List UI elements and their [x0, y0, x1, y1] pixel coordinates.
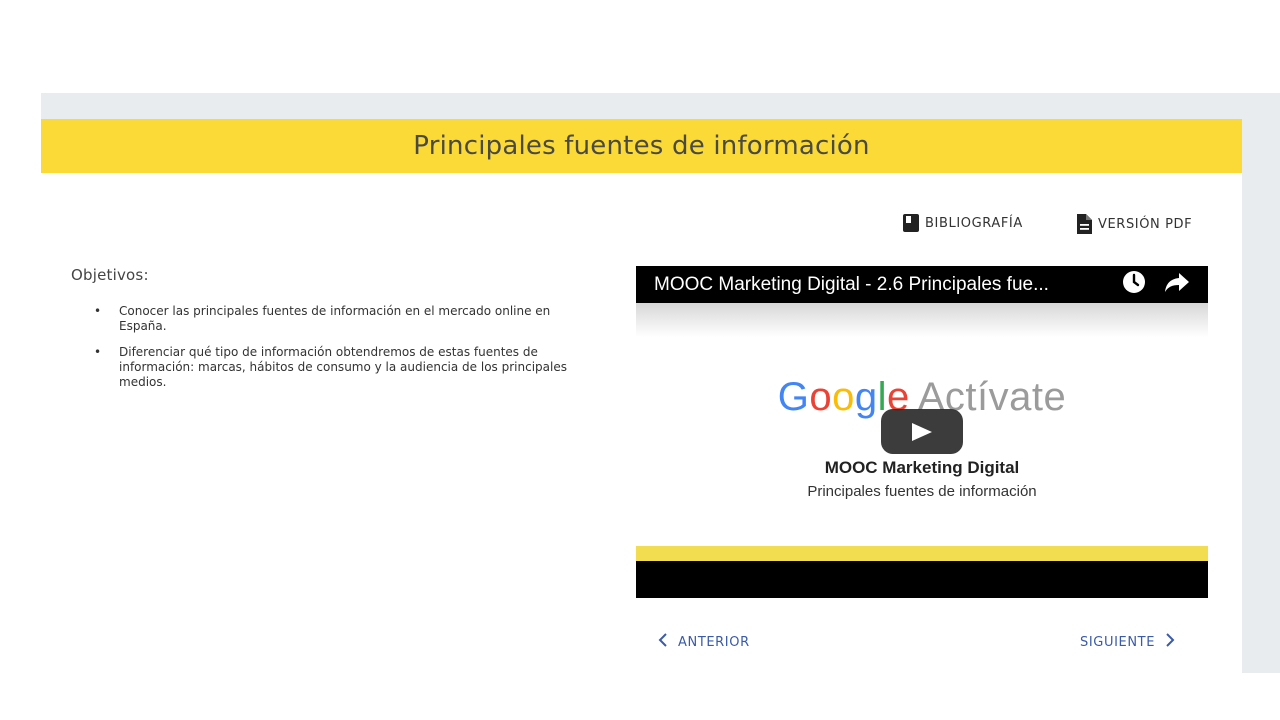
- video-thumbnail: Google Actívate MOOC Marketing Digital Pr…: [636, 303, 1208, 546]
- objectives-heading: Objetivos:: [71, 266, 149, 284]
- chevron-right-icon: [1165, 633, 1175, 651]
- previous-label: ANTERIOR: [678, 634, 750, 650]
- play-button[interactable]: [881, 409, 963, 454]
- next-button[interactable]: SIGUIENTE: [1080, 633, 1175, 651]
- video-title[interactable]: MOOC Marketing Digital - 2.6 Principales…: [654, 274, 1122, 296]
- objective-item: Conocer las principales fuentes de infor…: [94, 304, 591, 334]
- previous-button[interactable]: ANTERIOR: [658, 633, 750, 651]
- book-icon: [902, 213, 920, 233]
- bibliography-link[interactable]: BIBLIOGRAFÍA: [902, 213, 1023, 233]
- chevron-left-icon: [658, 633, 668, 651]
- lesson-card: Principales fuentes de información BIBLI…: [41, 119, 1242, 673]
- video-heading: MOOC Marketing Digital: [824, 458, 1020, 477]
- share-icon[interactable]: [1164, 271, 1190, 298]
- page-title: Principales fuentes de información: [413, 131, 870, 161]
- objectives-section: Objetivos: Conocer las principales fuent…: [71, 266, 591, 401]
- bibliography-label: BIBLIOGRAFÍA: [925, 215, 1023, 231]
- document-icon: [1075, 213, 1093, 235]
- next-label: SIGUIENTE: [1080, 634, 1156, 650]
- objective-item: Diferenciar qué tipo de información obte…: [94, 345, 591, 390]
- objectives-list: Conocer las principales fuentes de infor…: [71, 304, 591, 390]
- video-title-bar: MOOC Marketing Digital - 2.6 Principales…: [636, 266, 1208, 303]
- title-bar: Principales fuentes de información: [41, 119, 1242, 173]
- video-stripe: [636, 546, 1208, 561]
- content-frame: Principales fuentes de información BIBLI…: [41, 93, 1280, 673]
- clock-icon[interactable]: [1122, 270, 1146, 299]
- pdf-version-label: VERSIÓN PDF: [1098, 216, 1193, 232]
- video-subheading: Principales fuentes de información: [807, 483, 1037, 500]
- pdf-version-link[interactable]: VERSIÓN PDF: [1075, 213, 1192, 235]
- video-player[interactable]: MOOC Marketing Digital - 2.6 Principales…: [636, 266, 1208, 598]
